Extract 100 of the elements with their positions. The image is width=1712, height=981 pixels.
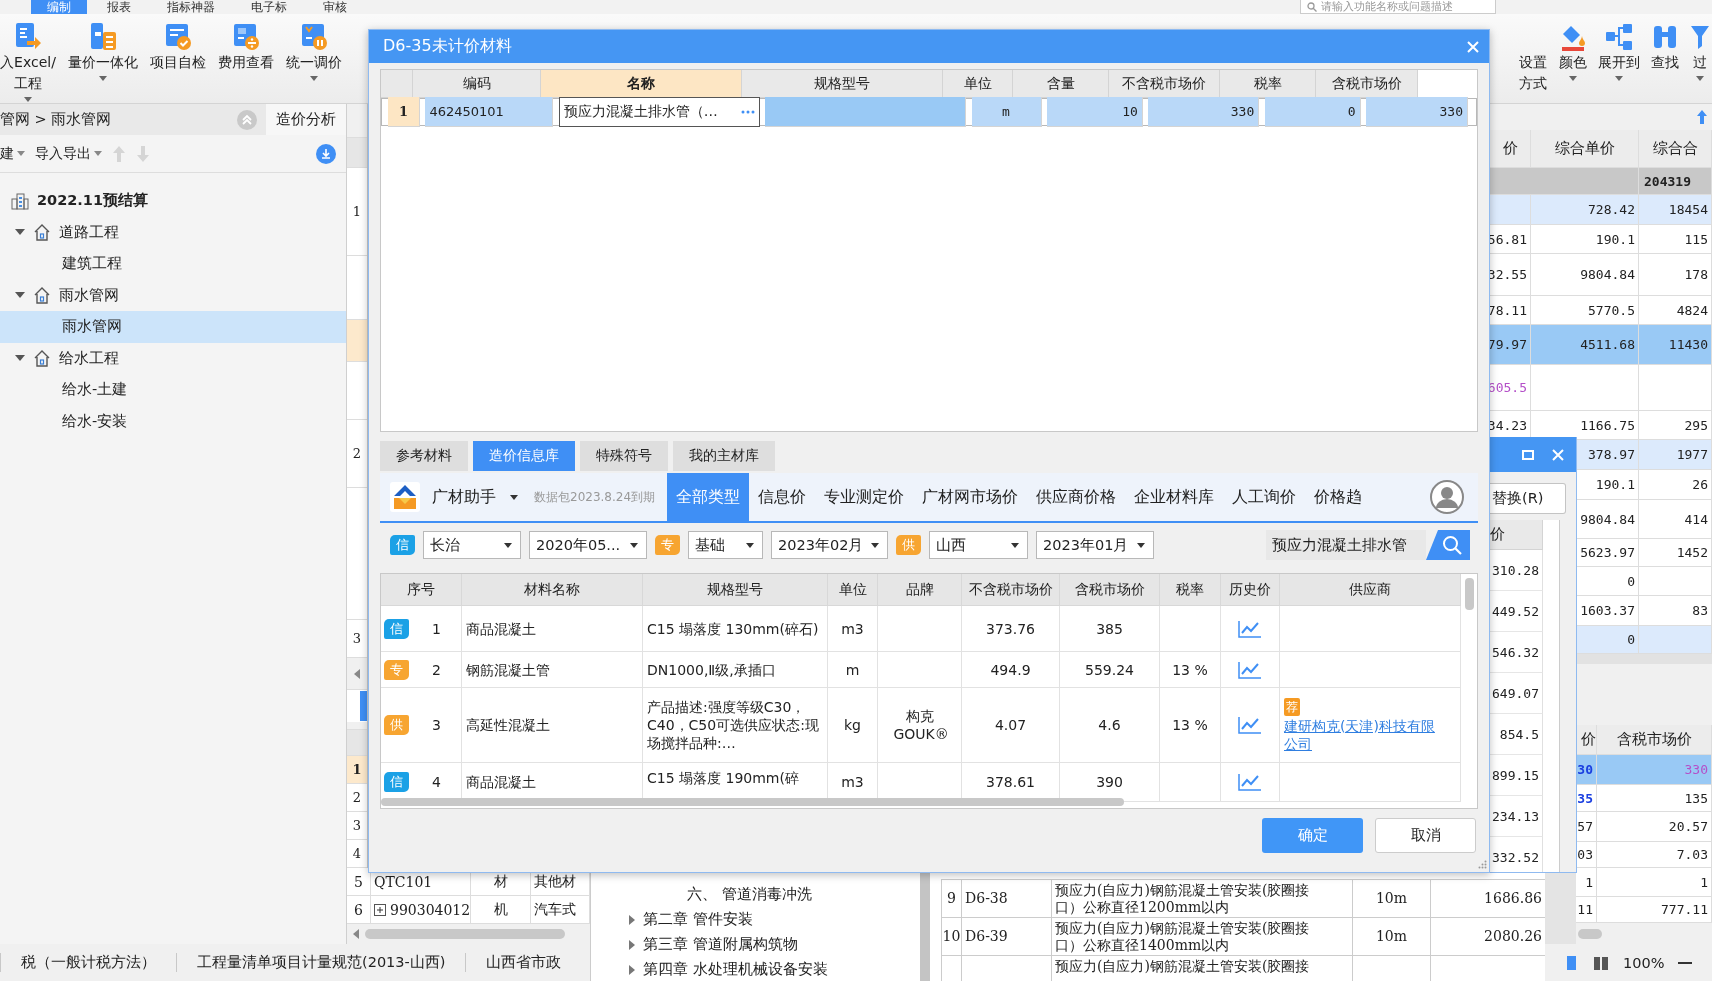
table-cell: 494.9 [962,652,1060,688]
ribbon-button[interactable]: 量价一体化 [66,14,140,103]
tab[interactable]: 我的主材库 [673,441,775,471]
page-view-icon[interactable] [1567,954,1579,971]
ribbon-button[interactable]: 设置方式 [1516,14,1550,103]
search-field[interactable]: 预应力混凝土排水管 [1266,530,1426,560]
name-field[interactable]: 预应力混凝土排水管（… [558,97,760,127]
tree-item[interactable]: 六、 管道消毒冲洗 [687,885,812,904]
supplier-link[interactable]: 建研构克(天津)科技有限公司 [1284,716,1439,753]
table-cell: 178 [1639,254,1712,295]
category-tab[interactable]: 企业材料库 [1125,473,1224,521]
scrollbar-thumb[interactable] [1578,928,1602,939]
table-cell: 11430 [1639,325,1712,364]
dropdown[interactable]: 长治 [423,531,521,559]
ribbon-button[interactable]: 展开到 [1596,14,1642,103]
expand-arrow-icon[interactable] [629,964,635,975]
table-cell: 10m [1353,880,1431,917]
dropdown[interactable]: 2023年02月 [771,531,888,559]
table-cell-text: DN1000,Ⅱ级,承插口 [647,660,777,679]
tree-item[interactable]: 给水-土建 [62,380,128,400]
scroll-left-icon[interactable] [353,929,359,939]
replace-button[interactable]: 替换(R) [1490,483,1566,514]
table-cell: 高延性混凝土 [462,688,643,763]
close-icon[interactable] [1467,40,1479,53]
dropdown[interactable]: 2020年05... [529,531,647,559]
tab[interactable]: 特殊符号 [580,441,668,471]
table-cell: 1 [388,97,420,127]
toolbar-button[interactable]: 导入导出 [35,144,102,163]
dropdown[interactable]: 山西 [929,531,1028,559]
tab[interactable]: 参考材料 [380,441,468,471]
dropdown[interactable]: 基础 [688,531,763,559]
line-chart-icon[interactable] [1238,619,1262,638]
dialog-button[interactable]: 取消 [1375,818,1476,853]
tree-item[interactable]: 第三章 管道附属构筑物 [643,935,798,954]
tree-item[interactable]: 第二章 管件安装 [643,910,753,929]
tree-row[interactable]: 雨水管网 [0,311,346,343]
menu-tab[interactable]: 报表 [91,0,147,14]
split-view-icon[interactable] [1593,954,1609,971]
tree-item[interactable]: 雨水管网 [62,317,122,337]
menu-tab[interactable]: 电子标 [235,0,303,14]
line-chart-icon[interactable] [1238,773,1262,791]
tree-item[interactable]: 2022.11预结算 [37,191,149,211]
ribbon-button[interactable]: 过 [1688,14,1712,103]
scrollbar-thumb[interactable] [1465,578,1474,610]
ribbon-button[interactable]: 项目自检 [148,14,208,103]
menu-tab[interactable]: 指标神器 [151,0,231,14]
collapse-icon[interactable] [237,109,257,130]
ribbon-button[interactable]: 费用查看 [216,14,276,103]
column-header: 历史价 [1221,574,1280,606]
ribbon-button[interactable]: 入Excel/工程 [0,14,58,103]
column-header: 含量 [1013,70,1109,98]
source-badge: 供 [896,535,921,555]
menu-tab[interactable]: 审核 [307,0,363,14]
column-header: 含税市场价 [1060,574,1160,606]
expand-arrow-icon[interactable] [629,939,635,950]
tree-item[interactable]: 给水-安装 [62,411,128,431]
column-header: 税率 [1160,574,1221,606]
download-icon[interactable] [316,143,336,164]
search-field[interactable]: 请输入功能名称或问题描述 [1300,0,1496,14]
search-button[interactable] [1426,530,1470,560]
line-chart-icon[interactable] [1238,660,1262,679]
avatar-icon[interactable] [1430,480,1464,514]
status-text: 税（一般计税方法） [0,953,176,972]
table-cell: 4.6 [1060,688,1160,763]
category-tab[interactable]: 供应商价格 [1027,473,1126,521]
close-icon[interactable] [1552,448,1564,461]
category-tab[interactable]: 广材网市场价 [913,473,1028,521]
panel-tab[interactable]: 造价分析 [266,104,346,135]
scroll-left-icon[interactable] [354,668,360,679]
more-icon[interactable] [740,110,755,114]
up-arrow-icon[interactable] [1696,109,1708,125]
tree-item[interactable]: 道路工程 [59,222,119,242]
table-cell: 6 [347,896,371,923]
category-tab[interactable]: 信息价 [749,473,816,521]
ribbon-button[interactable]: 查找 [1648,14,1682,103]
plus-box-icon[interactable] [374,903,386,916]
ribbon-button[interactable]: 统一调价 [284,14,344,103]
maximize-icon[interactable] [1522,449,1534,460]
category-tab[interactable]: 价格趋 [1305,473,1372,521]
tree-item[interactable]: 雨水管网 [59,285,119,305]
toolbar-button[interactable]: 建 [0,144,25,163]
assistant-menu[interactable]: 广材助手 [432,486,518,508]
table-cell: D6-38 [962,880,1052,917]
scrollbar-thumb[interactable] [365,929,565,939]
ribbon-button[interactable]: 颜色 [1556,14,1590,103]
category-tab[interactable]: 人工询价 [1223,473,1306,521]
row-header: 3 [347,812,367,840]
line-chart-icon[interactable] [1238,716,1262,734]
caret-icon [1137,542,1145,548]
document-check-icon [163,22,193,52]
tree-item[interactable]: 第四章 水处理机械设备安装 [643,960,828,979]
tree-item[interactable]: 给水工程 [59,348,119,368]
caret-icon [746,542,754,548]
dropdown[interactable]: 2023年01月 [1036,531,1154,559]
scrollbar-thumb[interactable] [381,798,1124,806]
category-tab[interactable]: 专业测定价 [815,473,914,521]
expand-arrow-icon[interactable] [629,914,635,925]
tree-item[interactable]: 建筑工程 [62,254,122,274]
caret-icon [1011,542,1019,548]
resize-grip-icon[interactable] [1478,860,1487,869]
